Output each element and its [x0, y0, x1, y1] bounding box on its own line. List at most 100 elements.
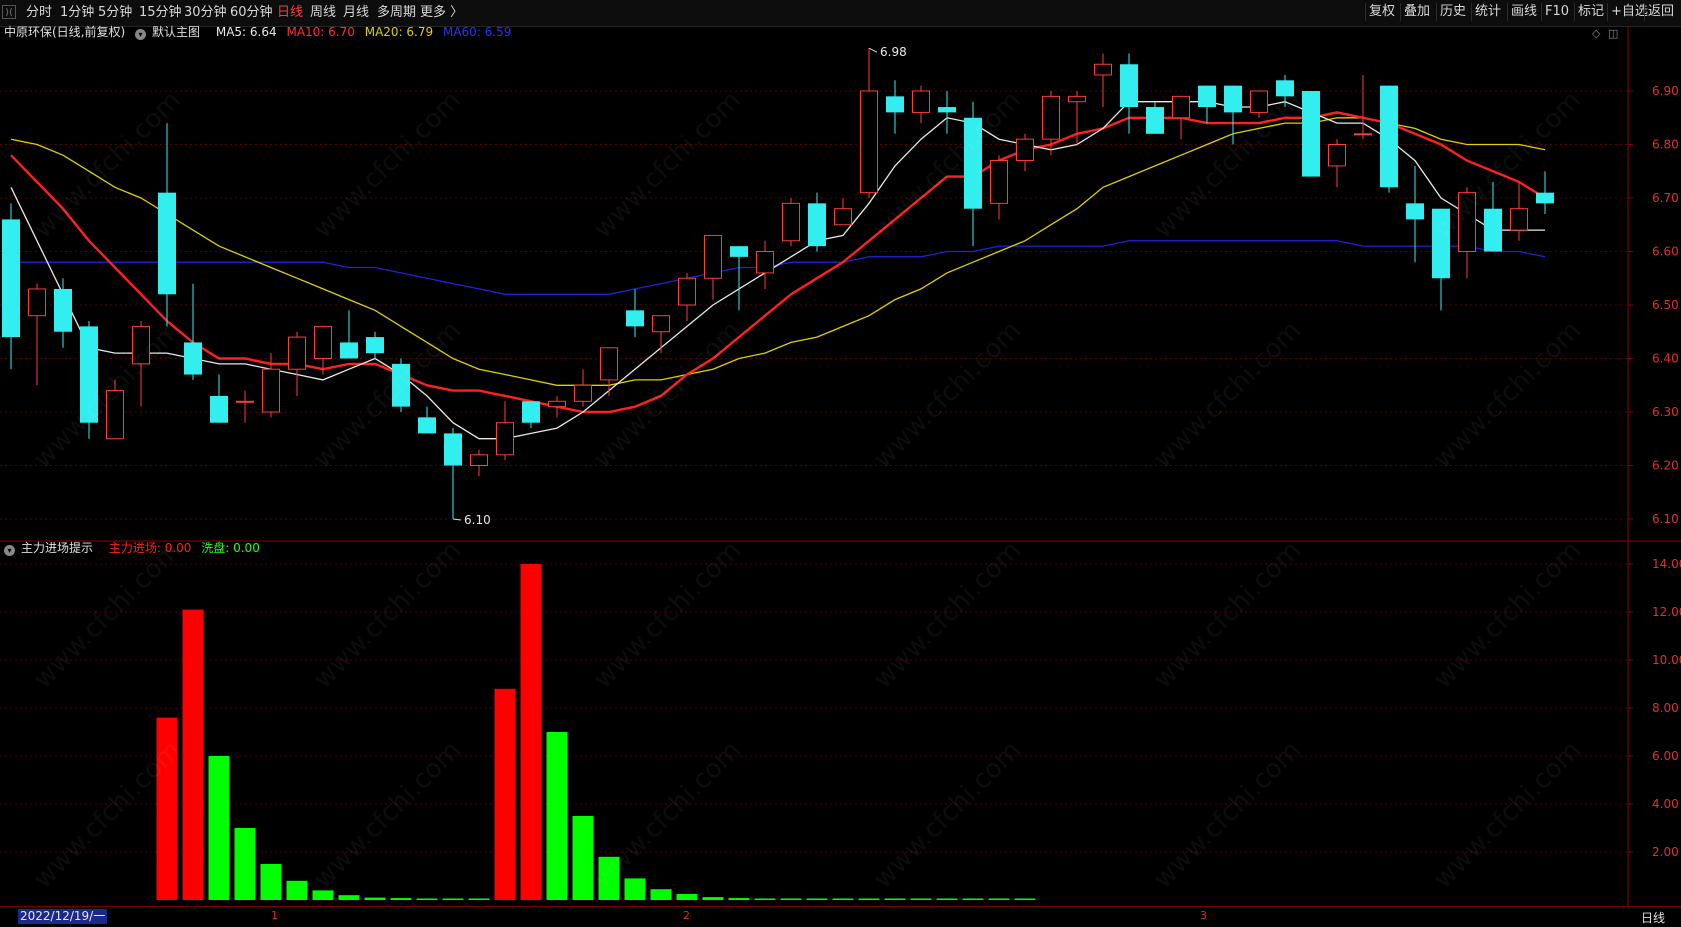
- candle-down: [1380, 85, 1398, 188]
- candle-up: [1094, 63, 1112, 76]
- month-mark: 1: [271, 909, 278, 922]
- xp-bar: [546, 732, 568, 900]
- xp-bar: [858, 898, 880, 900]
- candle-down: [2, 219, 20, 338]
- candle-up: [288, 336, 306, 370]
- zljc-bar: [182, 609, 204, 900]
- kline-chart[interactable]: 6.90 6.80 6.70 6.60 6.50 6.40 6.30 6.20 6.10 6.98…: [0, 0, 1681, 926]
- price-tick-label: 6.10: [1652, 512, 1679, 526]
- candle-up: [574, 384, 592, 402]
- candle-down: [522, 401, 540, 423]
- candle-up: [28, 288, 46, 317]
- candle-up: [314, 325, 332, 359]
- candle-up: [106, 390, 124, 440]
- candle-up: [1172, 95, 1190, 119]
- candle-down: [1120, 64, 1138, 108]
- candle-down: [938, 107, 956, 113]
- candle-down: [1406, 203, 1424, 220]
- price-tick-label: 6.20: [1652, 459, 1679, 473]
- candle-up: [678, 277, 696, 306]
- xp-bar: [884, 898, 906, 900]
- candle-down: [392, 363, 410, 407]
- xp-bar: [260, 864, 282, 900]
- month-mark: 3: [1200, 909, 1207, 922]
- indicator-tick-label: 4.00: [1652, 797, 1679, 811]
- indicator-tick-label: 6.00: [1652, 749, 1679, 763]
- xp-bar: [728, 898, 750, 900]
- candle-up: [756, 251, 774, 274]
- high-label: 6.98: [880, 45, 907, 59]
- xp-bar: [208, 756, 230, 900]
- candle-down: [184, 342, 202, 375]
- candle-down: [1484, 208, 1502, 252]
- candle-up: [236, 400, 254, 403]
- time-axis: 2022/12/19/一 1 2 3 日线: [0, 906, 1681, 927]
- xp-bar: [312, 890, 334, 900]
- price-tick-label: 6.50: [1652, 298, 1679, 312]
- price-tick-label: 6.30: [1652, 405, 1679, 419]
- candle-up: [548, 400, 566, 408]
- candle-up: [834, 208, 852, 226]
- candle-up: [496, 422, 514, 456]
- candle-down: [626, 310, 644, 327]
- candle-up: [132, 325, 150, 365]
- xp-bar: [1014, 898, 1036, 900]
- low-marker: [452, 518, 462, 521]
- xp-bar: [442, 898, 464, 900]
- xp-bar: [234, 828, 256, 900]
- candle-down: [1198, 85, 1216, 108]
- candle-up: [1016, 138, 1034, 162]
- xp-bar: [832, 898, 854, 900]
- candle-down: [1224, 85, 1242, 113]
- candle-up: [912, 90, 930, 113]
- candle-up: [470, 454, 488, 466]
- month-mark: 2: [683, 909, 690, 922]
- xp-bar: [806, 898, 828, 900]
- low-label: 6.10: [464, 513, 491, 527]
- indicator-tick-label: 8.00: [1652, 701, 1679, 715]
- xp-bar: [780, 898, 802, 900]
- xp-bar: [416, 898, 438, 900]
- candle-up: [1354, 133, 1372, 136]
- candle-down: [1276, 80, 1294, 97]
- period-indicator[interactable]: 日线: [1641, 909, 1665, 926]
- price-tick-label: 6.80: [1652, 138, 1679, 152]
- xp-bar: [754, 898, 776, 900]
- high-marker: [868, 47, 878, 53]
- candle-up: [1458, 192, 1476, 252]
- indicator-tick-label: 10.00: [1652, 653, 1681, 667]
- candle-up: [990, 160, 1008, 204]
- candle-down: [210, 395, 228, 423]
- zljc-bar: [520, 564, 542, 900]
- candle-down: [808, 203, 826, 247]
- candle-down: [54, 288, 72, 332]
- candle-up: [1510, 208, 1528, 231]
- xp-bar: [286, 880, 308, 900]
- candle-up: [704, 234, 722, 279]
- xp-bar: [624, 878, 646, 900]
- price-tick-label: 6.90: [1652, 84, 1679, 98]
- xp-bar: [572, 816, 594, 900]
- candle-up: [262, 368, 280, 413]
- xp-bar: [390, 898, 412, 900]
- candle-down: [444, 433, 462, 466]
- candle-down: [80, 326, 98, 423]
- ma60-line: [11, 240, 1546, 295]
- xp-bar: [962, 898, 984, 900]
- candle-down: [1432, 208, 1450, 279]
- xp-bar: [650, 889, 672, 900]
- candle-up: [1042, 95, 1060, 140]
- xp-bar: [910, 898, 932, 900]
- xp-bar: [468, 898, 490, 900]
- candle-down: [366, 337, 384, 354]
- price-tick-label: 6.40: [1652, 352, 1679, 366]
- current-date: 2022/12/19/一: [18, 909, 108, 924]
- zljc-bar: [156, 717, 178, 900]
- candle-down: [964, 117, 982, 209]
- candle-up: [860, 90, 878, 194]
- candle-down: [340, 342, 358, 359]
- candle-up: [782, 202, 800, 242]
- candle-down: [1302, 91, 1320, 177]
- indicator-tick-label: 14.00: [1652, 557, 1681, 571]
- candle-down: [418, 417, 436, 434]
